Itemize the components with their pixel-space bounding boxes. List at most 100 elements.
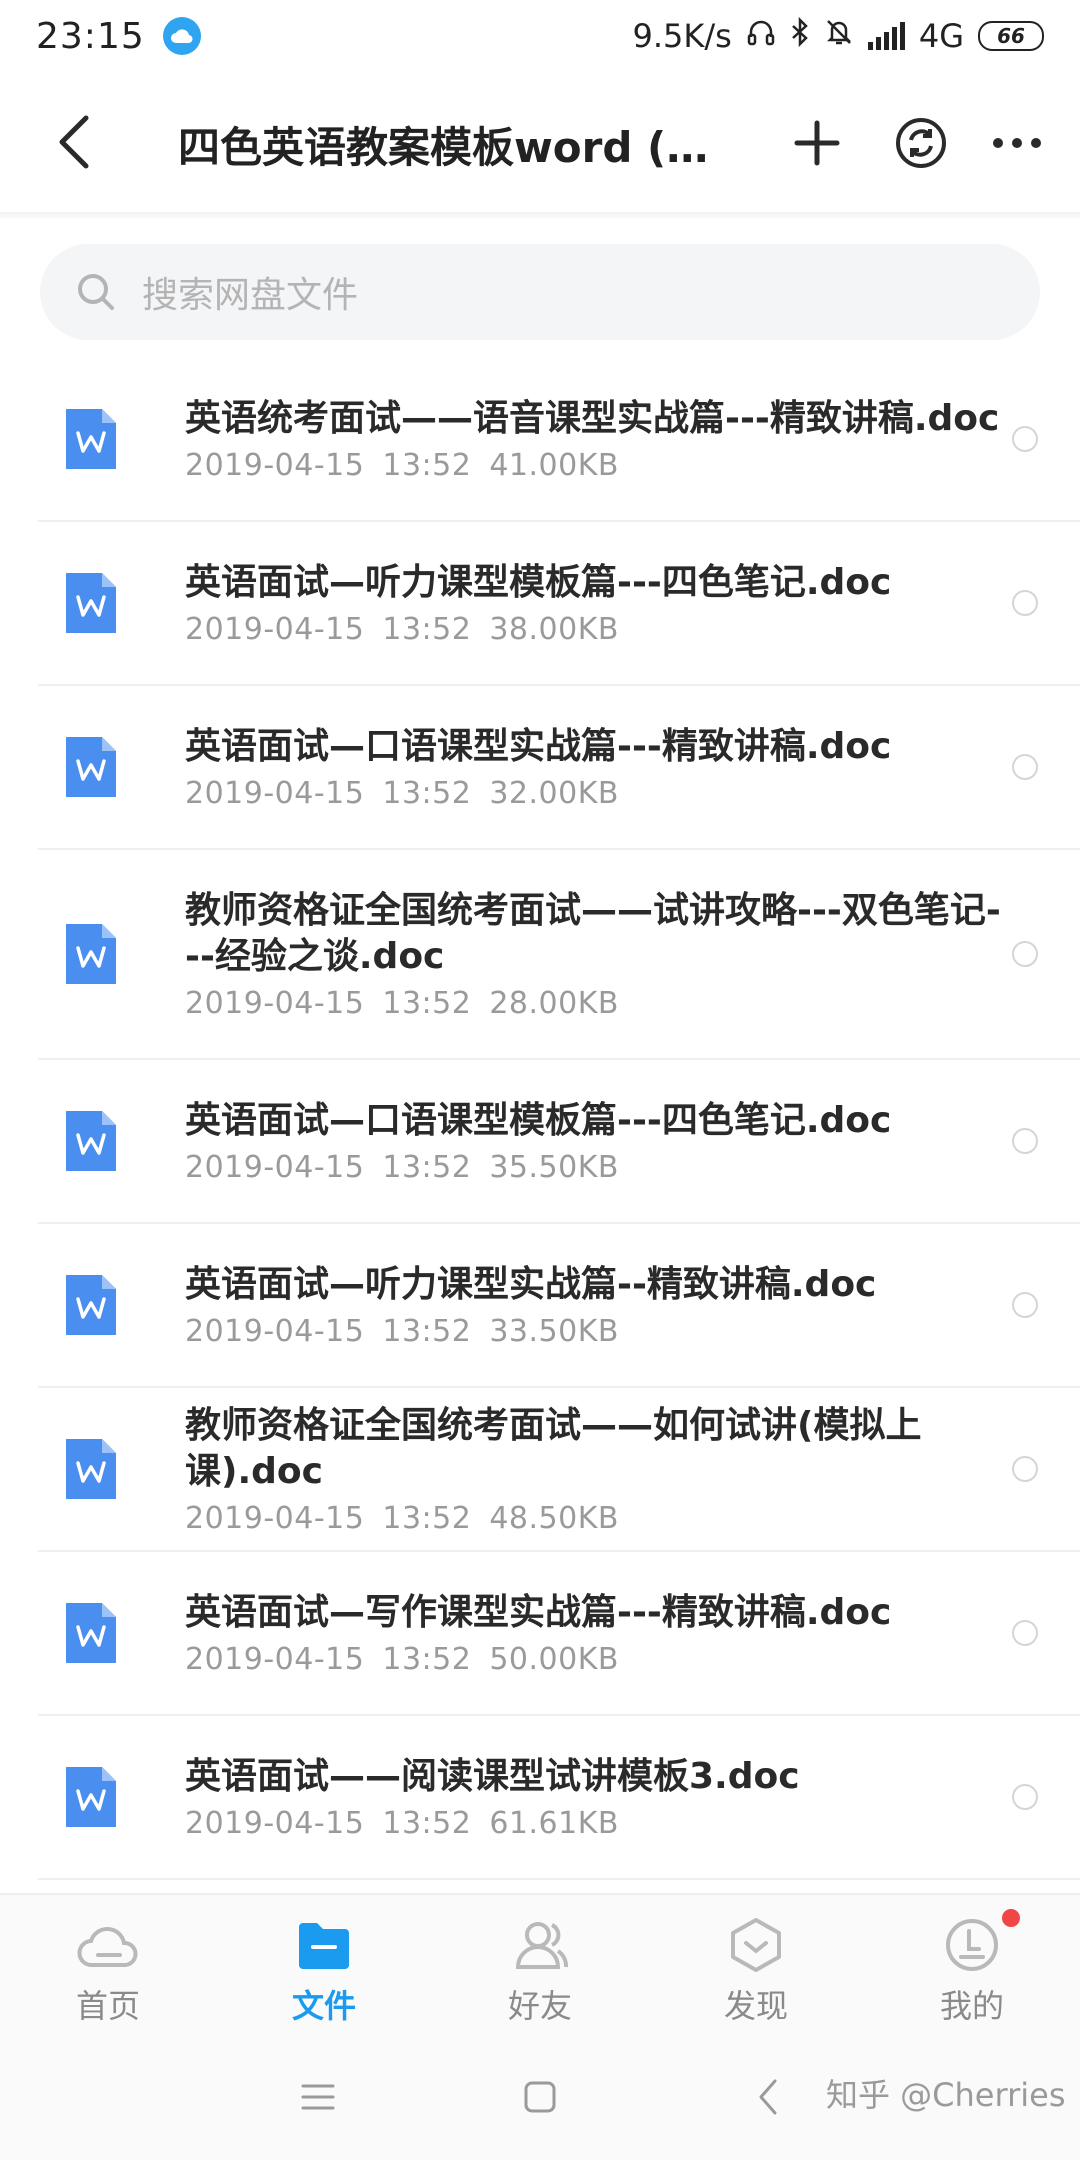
battery-icon: 66 xyxy=(978,21,1044,51)
file-meta: 2019-04-15 13:52 50.00KB xyxy=(185,1642,1015,1677)
select-radio[interactable] xyxy=(1012,426,1038,452)
back-button[interactable] xyxy=(42,110,106,174)
signal-icon xyxy=(867,22,905,50)
discover-icon xyxy=(731,1918,781,1972)
menu-icon xyxy=(301,2084,335,2110)
system-back-button[interactable] xyxy=(748,2077,788,2117)
word-doc-icon xyxy=(66,1111,116,1171)
select-radio[interactable] xyxy=(1012,941,1038,967)
tab-home[interactable]: 首页 xyxy=(0,1895,216,2033)
file-name: 英语统考面试——语音课型实战篇---精致讲稿.doc xyxy=(185,397,1000,439)
file-time: 13:52 xyxy=(382,1641,472,1677)
file-date: 2019-04-15 xyxy=(185,1641,365,1677)
search-placeholder: 搜索网盘文件 xyxy=(142,275,359,316)
file-meta: 2019-04-15 13:52 33.50KB xyxy=(185,1314,1015,1349)
file-size: 50.00KB xyxy=(489,1641,619,1677)
nav-divider xyxy=(0,212,1080,218)
file-time: 13:52 xyxy=(382,775,472,811)
status-right: 9.5K/s 4G 66 xyxy=(632,16,1044,55)
tab-discover[interactable]: 发现 xyxy=(648,1895,864,2033)
file-list: 英语统考面试——语音课型实战篇---精致讲稿.doc 2019-04-15 13:5… xyxy=(0,358,1080,1893)
file-date: 2019-04-15 xyxy=(185,1313,365,1349)
tab-label: 发现 xyxy=(723,1987,788,2025)
back-icon xyxy=(59,115,89,169)
search-input[interactable]: 搜索网盘文件 xyxy=(40,244,1040,340)
more-button[interactable] xyxy=(982,108,1052,178)
file-size: 28.00KB xyxy=(489,985,619,1021)
file-time: 13:52 xyxy=(382,611,472,647)
sync-icon xyxy=(896,118,946,168)
file-name: 教师资格证全国统考面试——如何试讲(模拟上课).doc xyxy=(185,1404,922,1492)
file-date: 2019-04-15 xyxy=(185,985,365,1021)
folder-icon xyxy=(299,1923,349,1969)
file-size: 61.61KB xyxy=(489,1805,619,1841)
file-name: 英语面试—口语课型实战篇---精致讲稿.doc xyxy=(185,725,892,767)
select-radio[interactable] xyxy=(1012,1456,1038,1482)
tab-profile[interactable]: 我的 xyxy=(864,1895,1080,2033)
tab-friends[interactable]: 好友 xyxy=(432,1895,648,2033)
home-button[interactable] xyxy=(520,2077,560,2117)
tab-files[interactable]: 文件 xyxy=(216,1895,432,2033)
file-row[interactable]: 英语面试—听力课型模板篇---四色笔记.doc 2019-04-15 13:52 38… xyxy=(38,522,1080,686)
file-date: 2019-04-15 xyxy=(185,1805,365,1841)
select-radio[interactable] xyxy=(1012,1128,1038,1154)
sync-button[interactable] xyxy=(886,108,956,178)
menu-button[interactable] xyxy=(298,2077,338,2117)
file-name: 英语面试—听力课型实战篇--精致讲稿.doc xyxy=(185,1263,877,1305)
battery-level: 66 xyxy=(997,24,1025,48)
word-doc-icon xyxy=(66,924,116,984)
file-name: 英语面试——阅读课型试讲模板3.doc xyxy=(185,1755,800,1797)
select-radio[interactable] xyxy=(1012,1784,1038,1810)
file-date: 2019-04-15 xyxy=(185,611,365,647)
baidu-cloud-icon xyxy=(162,17,201,55)
file-row[interactable]: 教师资格证全国统考面试——试讲攻略---双色笔记---经验之谈.doc 2019-… xyxy=(38,850,1080,1060)
file-size: 48.50KB xyxy=(489,1500,619,1536)
file-text: 英语面试——阅读课型试讲模板3.doc 2019-04-15 13:52 61.61K… xyxy=(185,1754,1015,1841)
file-name: 英语面试—听力课型模板篇---四色笔记.doc xyxy=(185,561,892,603)
file-size: 35.50KB xyxy=(489,1149,619,1185)
file-row[interactable]: 英语面试—写作课型实战篇---精致讲稿.doc 2019-04-15 13:52 50… xyxy=(38,1552,1080,1716)
file-meta: 2019-04-15 13:52 41.00KB xyxy=(185,448,1015,483)
file-size: 32.00KB xyxy=(489,775,619,811)
file-row[interactable]: 英语面试—口语课型实战篇---精致讲稿.doc 2019-04-15 13:52 32… xyxy=(38,686,1080,850)
file-name: 教师资格证全国统考面试——试讲攻略---双色笔记---经验之谈.doc xyxy=(185,889,1001,977)
file-meta: 2019-04-15 13:52 32.00KB xyxy=(185,776,1015,811)
search-icon xyxy=(78,274,114,310)
select-radio[interactable] xyxy=(1012,590,1038,616)
headphone-icon xyxy=(746,17,776,55)
select-radio[interactable] xyxy=(1012,1620,1038,1646)
file-row[interactable]: 教师资格证全国统考面试——如何试讲(模拟上课).doc 2019-04-15 13:… xyxy=(38,1388,1080,1552)
file-date: 2019-04-15 xyxy=(185,447,365,483)
file-text: 教师资格证全国统考面试——试讲攻略---双色笔记---经验之谈.doc 2019-… xyxy=(185,888,1015,1021)
status-time: 23:15 xyxy=(36,15,145,57)
file-name: 英语面试—口语课型模板篇---四色笔记.doc xyxy=(185,1099,892,1141)
network-speed: 9.5K/s xyxy=(632,17,732,55)
file-time: 13:52 xyxy=(382,1500,472,1536)
file-row[interactable]: 英语面试—听力课型实战篇--精致讲稿.doc 2019-04-15 13:52 33.… xyxy=(38,1224,1080,1388)
file-meta: 2019-04-15 13:52 35.50KB xyxy=(185,1150,1015,1185)
word-doc-icon xyxy=(66,573,116,633)
file-row[interactable]: 英语面试——阅读课型试讲模板3.doc 2019-04-15 13:52 61.61K… xyxy=(38,1716,1080,1880)
file-text: 英语面试—口语课型实战篇---精致讲稿.doc 2019-04-15 13:52 32… xyxy=(185,724,1015,811)
file-time: 13:52 xyxy=(382,1313,472,1349)
word-doc-icon xyxy=(66,1275,116,1335)
add-button[interactable] xyxy=(782,108,852,178)
mute-bell-icon xyxy=(824,17,854,55)
file-row[interactable]: 英语面试—口语课型模板篇---四色笔记.doc 2019-04-15 13:52 35… xyxy=(38,1060,1080,1224)
watermark: 知乎 @Cherries xyxy=(826,2076,1066,2114)
more-icon xyxy=(993,138,1041,148)
file-meta: 2019-04-15 13:52 61.61KB xyxy=(185,1806,1015,1841)
file-time: 13:52 xyxy=(382,447,472,483)
file-meta: 2019-04-15 13:52 28.00KB xyxy=(185,986,1015,1021)
file-meta: 2019-04-15 13:52 48.50KB xyxy=(185,1501,1015,1536)
plus-icon xyxy=(794,120,840,166)
top-nav: 四色英语教案模板word (按... xyxy=(0,72,1080,212)
select-radio[interactable] xyxy=(1012,754,1038,780)
status-left: 23:15 xyxy=(36,16,201,57)
file-row[interactable]: 英语统考面试——语音课型实战篇---精致讲稿.doc 2019-04-15 13:5… xyxy=(38,358,1080,522)
file-time: 13:52 xyxy=(382,1805,472,1841)
select-radio[interactable] xyxy=(1012,1292,1038,1318)
network-type: 4G xyxy=(918,17,964,55)
app-root: 23:15 9.5K/s 4G 66 四色英语教案模板word (按... 搜索… xyxy=(0,0,1080,2160)
page-title: 四色英语教案模板word (按... xyxy=(178,123,738,172)
